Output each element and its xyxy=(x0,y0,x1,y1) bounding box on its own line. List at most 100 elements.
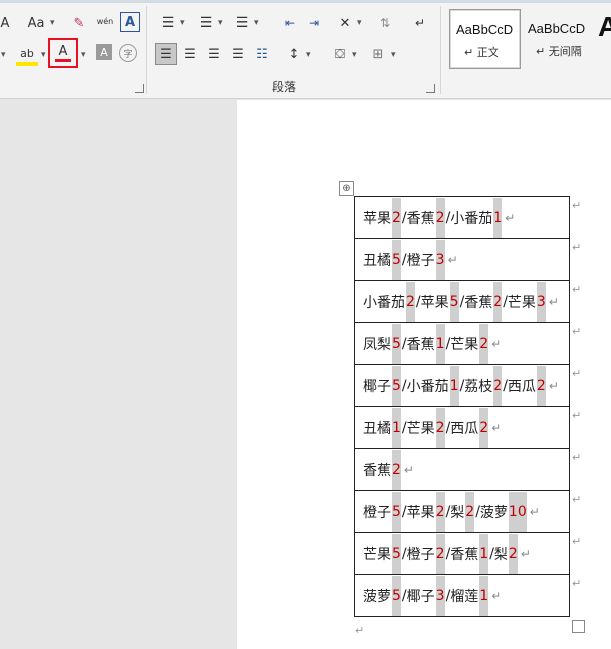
table-row: 橙子 5/苹果 2/梨 2/菠萝 10 ↵ xyxy=(354,490,570,533)
fruit-count: 1 xyxy=(392,407,401,448)
table-cell[interactable]: 丑橘 5/橙子 3 ↵ xyxy=(354,238,570,281)
style-sample: AaBbCcD xyxy=(528,21,586,36)
table-cell[interactable]: 椰子 5/小番茄 1/荔枝 2/西瓜 2 ↵ xyxy=(354,364,570,407)
fruit-name: 橙子 xyxy=(406,252,435,269)
row-end-mark: ↵ xyxy=(572,199,582,212)
character-shading-button[interactable]: A xyxy=(96,44,112,60)
paragraph-mark: ↵ xyxy=(355,624,365,637)
style-no-spacing[interactable]: AaBbCcD ↵ 无间隔 xyxy=(522,9,594,67)
fruit-count: 1 xyxy=(479,533,489,574)
fruit-count: 3 xyxy=(435,239,445,280)
fruit-name: 苹果 xyxy=(406,504,435,521)
chevron-down-icon[interactable]: ▾ xyxy=(352,50,357,60)
chevron-down-icon[interactable]: ▾ xyxy=(41,50,46,60)
table-move-handle-icon[interactable]: ⊕ xyxy=(339,181,354,196)
phonetic-guide-button[interactable]: wén xyxy=(94,10,116,32)
style-heading[interactable]: A xyxy=(596,9,611,67)
numbering-button[interactable]: ☰ xyxy=(196,12,216,34)
row-end-mark: ↵ xyxy=(572,367,582,380)
bullets-button[interactable]: ☰ xyxy=(158,12,178,34)
fruit-count: 2 xyxy=(435,491,445,532)
show-marks-button[interactable]: ↵ xyxy=(410,12,430,34)
chevron-down-icon[interactable]: ▾ xyxy=(180,18,185,28)
table-row: 芒果 5/橙子 2/香蕉 1/梨 2 ↵ xyxy=(354,532,570,575)
highlighter-icon: ab xyxy=(20,46,34,60)
fruit-name: 苹果 xyxy=(363,210,391,227)
table-row: 小番茄 2/苹果 5/香蕉 2/芒果 3 ↵ xyxy=(354,280,570,323)
chevron-down-icon[interactable]: ▾ xyxy=(391,50,396,60)
fruit-name: 椰子 xyxy=(406,588,435,605)
fruit-count: 1 xyxy=(479,575,489,616)
table-cell[interactable]: 小番茄 2/苹果 5/香蕉 2/芒果 3 ↵ xyxy=(354,280,570,323)
grow-font-button[interactable]: A xyxy=(0,12,10,34)
change-case-button[interactable]: Aa xyxy=(24,12,48,34)
chevron-down-icon[interactable]: ▾ xyxy=(254,18,259,28)
table-cell[interactable]: 菠萝 5/椰子 3/榴莲 1 ↵ xyxy=(354,574,570,617)
decrease-indent-button[interactable]: ⇤ xyxy=(280,12,300,34)
row-end-mark: ↵ xyxy=(572,283,582,296)
fruit-name: 芒果 xyxy=(406,420,435,437)
fruit-name: 橙子 xyxy=(406,546,435,563)
style-name: ↵ 无间隔 xyxy=(536,45,582,58)
fruit-name: 凤梨 xyxy=(363,336,391,353)
table-resize-handle[interactable] xyxy=(572,620,585,633)
fruit-name: 橙子 xyxy=(363,504,391,521)
fruit-count: 2 xyxy=(493,281,503,322)
fruit-count: 5 xyxy=(449,281,459,322)
font-color-button[interactable]: A xyxy=(48,38,78,68)
increase-indent-button[interactable]: ⇥ xyxy=(304,12,324,34)
table-cell[interactable]: 凤梨 5/香蕉 1/芒果 2 ↵ xyxy=(354,322,570,365)
character-border-button[interactable]: A xyxy=(120,12,140,32)
fruit-name: 椰子 xyxy=(363,378,391,395)
indent-icon: ⇥ xyxy=(308,16,320,30)
chevron-down-icon[interactable]: ▾ xyxy=(306,50,311,60)
table-row: 凤梨 5/香蕉 1/芒果 2 ↵ xyxy=(354,322,570,365)
fruit-name: 香蕉 xyxy=(406,336,435,353)
fruit-count: 1 xyxy=(435,323,445,364)
align-left-icon: ☰ xyxy=(160,46,172,62)
paragraph-dialog-launcher-icon[interactable] xyxy=(426,84,435,93)
chevron-down-icon[interactable]: ▾ xyxy=(1,50,6,60)
table-cell[interactable]: 苹果 2/香蕉 2/小番茄 1 ↵ xyxy=(354,196,570,239)
align-right-button[interactable]: ☰ xyxy=(204,43,224,65)
style-normal[interactable]: AaBbCcD ↵ 正文 xyxy=(449,9,521,69)
row-end-mark: ↵ xyxy=(572,535,582,548)
fruit-count: 2 xyxy=(435,197,445,238)
align-center-icon: ☰ xyxy=(184,46,196,62)
fruit-name: 丑橘 xyxy=(363,252,391,269)
paint-bucket-icon: ⛋ xyxy=(335,46,345,62)
fruit-name: 菠萝 xyxy=(363,588,391,605)
align-center-button[interactable]: ☰ xyxy=(180,43,200,65)
chinese-layout-button[interactable]: ✕ xyxy=(334,12,356,34)
table-cell[interactable]: 橙子 5/苹果 2/梨 2/菠萝 10 ↵ xyxy=(354,490,570,533)
fruit-name: 榴莲 xyxy=(450,588,479,605)
fruit-name: 小番茄 xyxy=(363,294,405,311)
line-spacing-button[interactable]: ↕ xyxy=(284,43,304,65)
fruit-name: 芒果 xyxy=(507,294,536,311)
table-cell[interactable]: 香蕉 2 ↵ xyxy=(354,448,570,491)
shading-button[interactable]: ⛋ xyxy=(330,43,350,65)
style-name: ↵ 正文 xyxy=(464,46,499,59)
row-end-mark: ↵ xyxy=(572,325,582,338)
highlight-button[interactable]: ab xyxy=(16,44,38,66)
fruit-count: 5 xyxy=(392,239,401,280)
table-row: 椰子 5/小番茄 1/荔枝 2/西瓜 2 ↵ xyxy=(354,364,570,407)
chevron-down-icon[interactable]: ▾ xyxy=(218,18,223,28)
fruit-count: 5 xyxy=(392,533,401,574)
chevron-down-icon[interactable]: ▾ xyxy=(50,18,55,28)
sort-button[interactable]: ⇅ xyxy=(374,12,396,34)
clear-formatting-button[interactable]: ✎ xyxy=(68,12,90,34)
paragraph-mark-icon: ↵ xyxy=(414,16,426,30)
font-dialog-launcher-icon[interactable] xyxy=(135,84,144,93)
borders-button[interactable]: ⊞ xyxy=(368,43,388,65)
table-cell[interactable]: 芒果 5/橙子 2/香蕉 1/梨 2 ↵ xyxy=(354,532,570,575)
chevron-down-icon[interactable]: ▾ xyxy=(357,18,362,28)
align-left-button[interactable]: ☰ xyxy=(155,43,177,65)
distributed-button[interactable]: ☷ xyxy=(252,43,272,65)
table-row: 苹果 2/香蕉 2/小番茄 1 ↵ xyxy=(354,196,570,239)
enclose-characters-button[interactable]: 字 xyxy=(119,44,137,62)
table-cell[interactable]: 丑橘 1/芒果 2/西瓜 2 ↵ xyxy=(354,406,570,449)
chevron-down-icon[interactable]: ▾ xyxy=(81,50,86,60)
justify-button[interactable]: ☰ xyxy=(228,43,248,65)
multilevel-list-button[interactable]: ☰ xyxy=(232,12,252,34)
